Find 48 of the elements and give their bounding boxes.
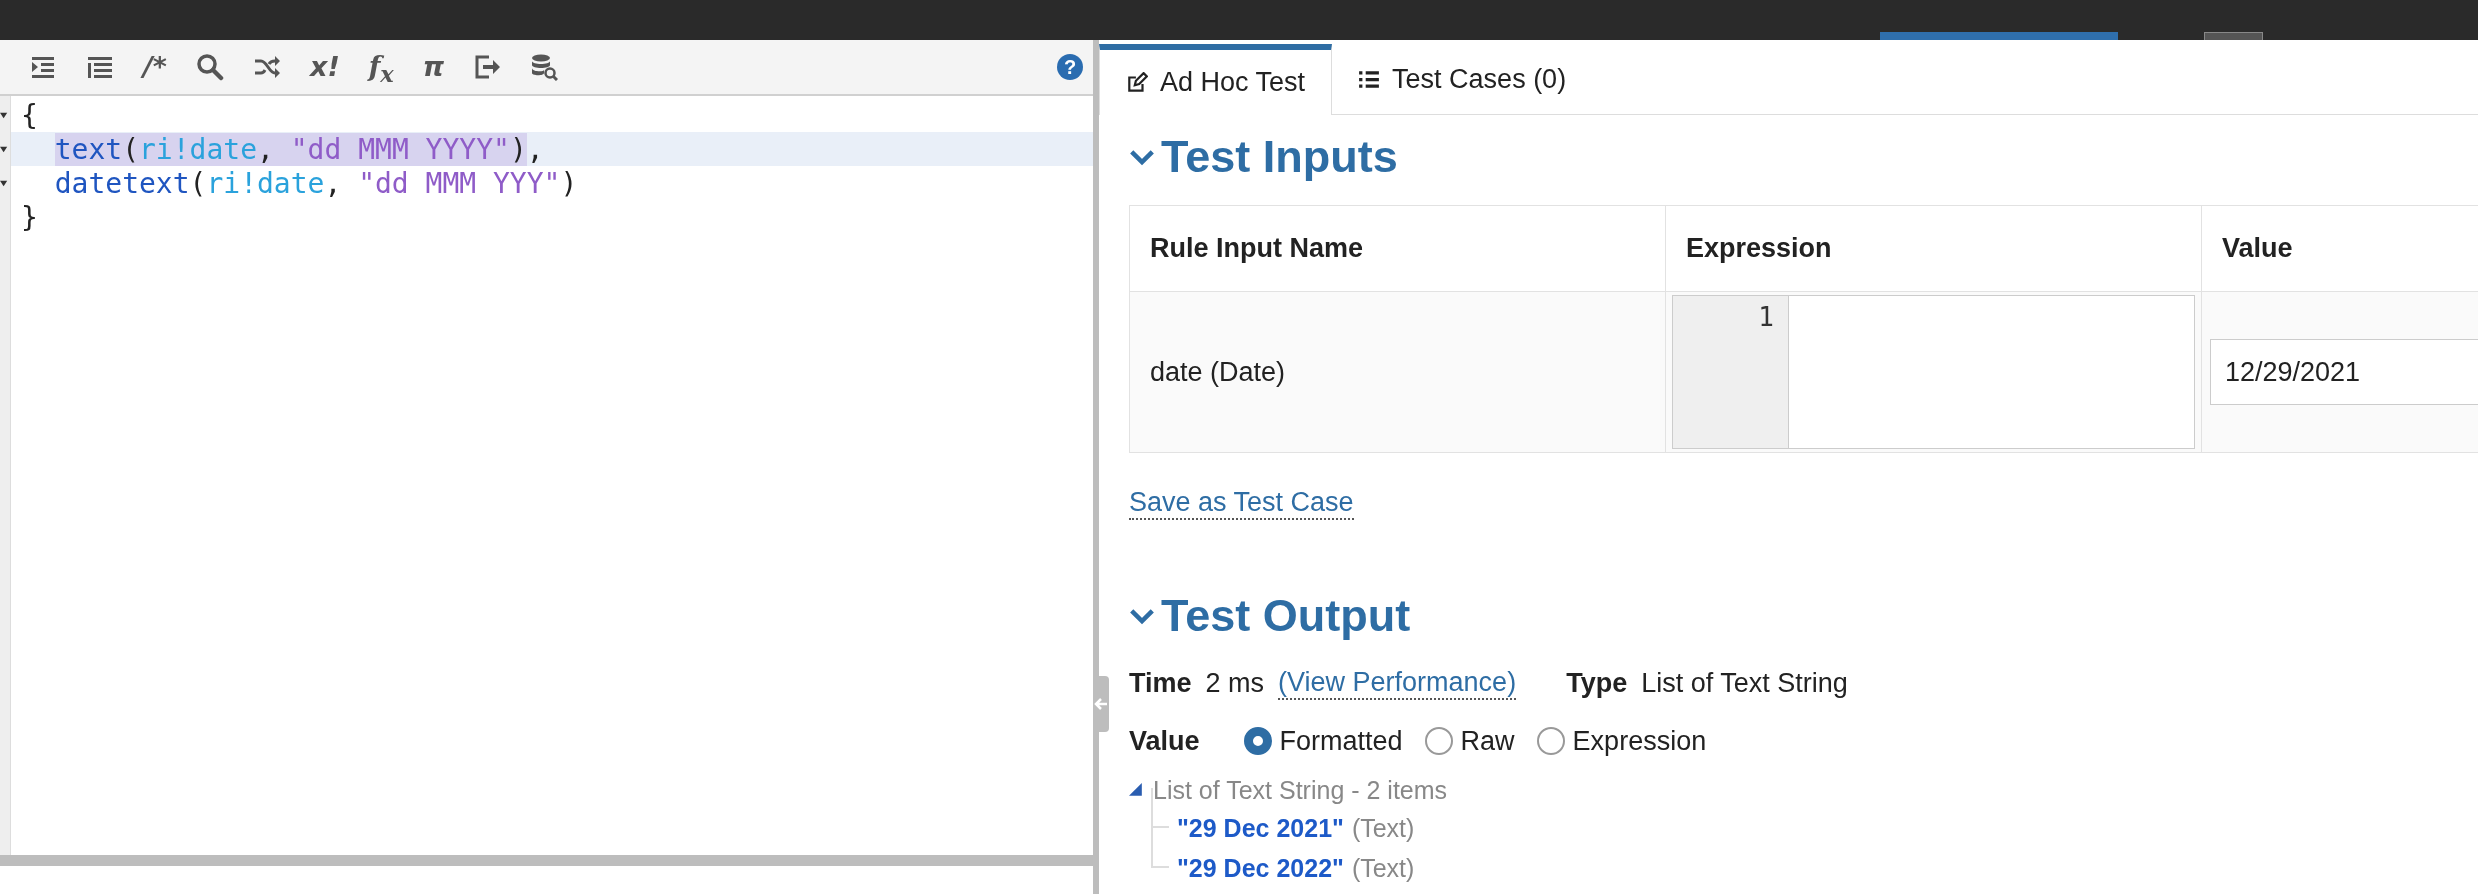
tree-label: List of Text String - 2 items — [1153, 775, 1448, 805]
result-type: (Text) — [1351, 853, 1415, 883]
expression-editor[interactable]: 1 — [1672, 295, 2195, 449]
chevron-icon — [1129, 148, 1155, 166]
type-value: List of Text String — [1641, 667, 1848, 699]
chevron-icon — [1129, 607, 1155, 625]
date-field[interactable]: 12/29/2021 — [2210, 339, 2478, 405]
section-heading[interactable]: Test Inputs — [1129, 131, 1398, 183]
radio-option[interactable]: Formatted — [1243, 725, 1403, 757]
search-icon[interactable] — [196, 53, 224, 81]
fold-arrow-icon[interactable] — [0, 110, 9, 120]
result-value: "29 Dec 2022" — [1177, 853, 1344, 883]
edit-icon — [1126, 71, 1148, 94]
time-label: Time — [1129, 667, 1192, 699]
result-type: (Text) — [1351, 813, 1415, 843]
tab[interactable]: Test Cases (0) — [1332, 44, 1593, 115]
type-label: Type — [1566, 667, 1628, 699]
list-icon — [1358, 68, 1381, 90]
result-value: "29 Dec 2021" — [1177, 813, 1344, 843]
shuffle-icon[interactable] — [253, 53, 281, 81]
save-link[interactable]: Save as Test Case — [1129, 487, 1354, 520]
value-label: Value — [1129, 725, 1200, 757]
code-line: datetext(ri!date, "dd MMM YYY") — [54, 167, 578, 199]
performance-link[interactable]: (View Performance) — [1278, 666, 1517, 700]
collapse-handle[interactable] — [1093, 676, 1109, 732]
toolbar-button[interactable]: x! — [310, 52, 340, 82]
help-icon[interactable]: ? — [1057, 54, 1083, 80]
column-header: Expression — [1666, 206, 2202, 291]
column-header: Rule Input Name — [1130, 206, 1666, 291]
section-heading[interactable]: Test Output — [1129, 590, 1411, 642]
table-cell: date (Date) — [1130, 292, 1666, 452]
code-line: { — [21, 99, 38, 131]
line-number: 1 — [1673, 296, 1789, 448]
tree-connector — [1151, 828, 1169, 868]
expand-triangle-icon[interactable] — [1129, 783, 1143, 797]
code-line: text(ri!date, "dd MMM YYYY"), — [54, 133, 544, 165]
exit-icon[interactable] — [473, 53, 502, 81]
time-value: 2 ms — [1205, 667, 1265, 699]
toolbar-button[interactable]: f$_{x}$ — [368, 52, 394, 82]
database-search-icon[interactable] — [530, 53, 559, 81]
tab[interactable]: Ad Hoc Test — [1099, 44, 1333, 115]
fold-arrow-icon[interactable] — [0, 144, 9, 154]
column-header: Value — [2202, 206, 2478, 291]
fold-arrow-icon[interactable] — [0, 178, 9, 188]
radio-option[interactable]: Raw — [1424, 725, 1515, 757]
radio-option[interactable]: Expression — [1536, 725, 1707, 757]
code-line: } — [21, 201, 38, 233]
toolbar-button[interactable]: π — [422, 52, 445, 82]
